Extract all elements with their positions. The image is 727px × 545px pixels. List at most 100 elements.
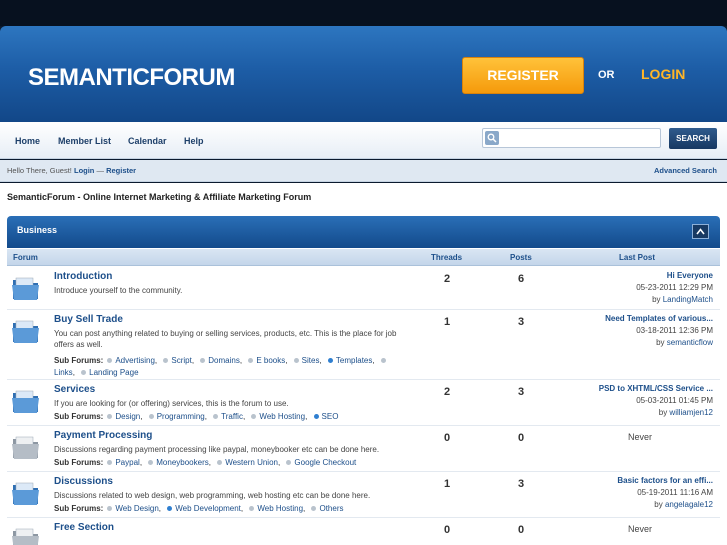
advanced-search-link[interactable]: Advanced Search bbox=[654, 166, 717, 175]
forum-description: You can post anything related to buying … bbox=[54, 329, 397, 349]
last-post-title[interactable]: Hi Everyone bbox=[667, 271, 713, 280]
subforums: Sub Forums: Design, Programming, Traffic,… bbox=[54, 412, 339, 421]
subforum-link[interactable]: Links bbox=[54, 368, 73, 377]
folder-new-icon bbox=[11, 274, 41, 302]
nav-calendar[interactable]: Calendar bbox=[128, 136, 167, 146]
welcome-separator: — bbox=[94, 166, 107, 175]
nav-help[interactable]: Help bbox=[184, 136, 204, 146]
welcome-register-link[interactable]: Register bbox=[106, 166, 136, 175]
last-post-date: 05-19-2011 11:16 AM bbox=[637, 488, 713, 497]
search-button[interactable]: SEARCH bbox=[669, 128, 717, 149]
subforums: Sub Forums: Advertising, Script, Domains,… bbox=[54, 355, 404, 379]
site-header: SEMANTICFORUM REGISTER OR LOGIN bbox=[0, 26, 727, 122]
subforum-link[interactable]: Web Development bbox=[175, 504, 241, 513]
site-logo[interactable]: SEMANTICFORUM bbox=[28, 64, 235, 92]
subforum-link[interactable]: SEO bbox=[322, 412, 339, 421]
forum-description: Discussions regarding payment processing… bbox=[54, 445, 380, 454]
search-box bbox=[482, 128, 661, 148]
subforum-link[interactable]: Traffic bbox=[221, 412, 243, 421]
subforum-link[interactable]: Paypal bbox=[115, 458, 139, 467]
category-title[interactable]: Business bbox=[17, 225, 57, 235]
subforum-link[interactable]: Web Hosting bbox=[259, 412, 305, 421]
post-count: 3 bbox=[517, 478, 525, 490]
forum-name[interactable]: Discussions bbox=[54, 476, 113, 487]
last-post-author[interactable]: semanticflow bbox=[667, 338, 713, 347]
by-prefix: by bbox=[654, 500, 665, 509]
subforum-link[interactable]: Script bbox=[171, 356, 191, 365]
last-post-author[interactable]: angelagale12 bbox=[665, 500, 713, 509]
subforum-link[interactable]: Sites bbox=[302, 356, 320, 365]
subforums-label: Sub Forums: bbox=[54, 458, 104, 467]
forum-name[interactable]: Services bbox=[54, 384, 95, 395]
last-post-by: by LandingMatch bbox=[652, 295, 713, 304]
last-post-author[interactable]: williamjen12 bbox=[669, 408, 713, 417]
forum-name[interactable]: Free Section bbox=[54, 522, 114, 533]
subforum-link[interactable]: Templates bbox=[336, 356, 372, 365]
main-content: SemanticForum - Online Internet Marketin… bbox=[0, 183, 727, 545]
thread-count: 2 bbox=[443, 386, 451, 398]
forum-name[interactable]: Introduction bbox=[54, 271, 112, 282]
search-input[interactable] bbox=[503, 131, 655, 145]
subforum-link[interactable]: Web Hosting bbox=[257, 504, 303, 513]
last-post-title[interactable]: Need Templates of various... bbox=[605, 314, 713, 323]
page-title: SemanticForum - Online Internet Marketin… bbox=[7, 192, 312, 202]
subforum-status-icon bbox=[217, 460, 223, 465]
last-post-date: 05-03-2011 01:45 PM bbox=[636, 396, 713, 405]
post-count: 3 bbox=[517, 386, 525, 398]
last-post-never: Never bbox=[627, 524, 652, 534]
col-forum: Forum bbox=[13, 253, 38, 262]
or-text: OR bbox=[598, 69, 615, 81]
col-posts: Posts bbox=[510, 253, 532, 262]
forum-row: Free Section 0 0 Never bbox=[7, 518, 720, 545]
subforum-status-icon bbox=[81, 370, 87, 375]
subforum-status-icon bbox=[293, 358, 299, 363]
subforum-status-icon bbox=[251, 414, 257, 419]
by-prefix: by bbox=[652, 295, 663, 304]
last-post-never: Never bbox=[627, 432, 652, 442]
subforum-link[interactable]: Advertising bbox=[115, 356, 155, 365]
search-icon bbox=[485, 131, 499, 145]
subforum-link[interactable]: Web Design bbox=[115, 504, 158, 513]
subforum-link[interactable]: Others bbox=[319, 504, 343, 513]
subforum-link[interactable]: Programming bbox=[157, 412, 205, 421]
subforum-status-icon bbox=[213, 414, 219, 419]
subforum-link[interactable]: Moneybookers bbox=[156, 458, 208, 467]
category-header: Business bbox=[7, 216, 720, 248]
subforum-status-icon bbox=[380, 358, 386, 363]
last-post-author[interactable]: LandingMatch bbox=[663, 295, 713, 304]
last-post-title[interactable]: PSD to XHTML/CSS Service ... bbox=[599, 384, 713, 393]
folder-new-icon bbox=[11, 317, 41, 345]
forum-row: Introduction Introduce yourself to the co… bbox=[7, 267, 720, 310]
nav-home[interactable]: Home bbox=[15, 136, 40, 146]
col-threads: Threads bbox=[431, 253, 463, 262]
welcome-prefix: Hello There, Guest! bbox=[7, 166, 74, 175]
thread-count: 1 bbox=[443, 478, 451, 490]
subforums-label: Sub Forums: bbox=[54, 412, 104, 421]
forum-name[interactable]: Buy Sell Trade bbox=[54, 314, 123, 325]
subforum-status-icon bbox=[311, 506, 317, 511]
register-button[interactable]: REGISTER bbox=[462, 57, 584, 94]
welcome-login-link[interactable]: Login bbox=[74, 166, 94, 175]
forum-description: Discussions related to web design, web p… bbox=[54, 491, 371, 500]
subforum-link[interactable]: Western Union bbox=[225, 458, 278, 467]
last-post-date: 03-18-2011 12:36 PM bbox=[636, 326, 713, 335]
subforum-link[interactable]: Google Checkout bbox=[294, 458, 356, 467]
thread-count: 0 bbox=[443, 432, 451, 444]
by-prefix: by bbox=[658, 408, 670, 417]
subforum-link[interactable]: Domains bbox=[208, 356, 240, 365]
forum-description: If you are looking for (or offering) ser… bbox=[54, 399, 289, 408]
subforum-link[interactable]: Design bbox=[115, 412, 140, 421]
top-strip bbox=[0, 0, 727, 26]
subforum-status-icon bbox=[286, 460, 292, 465]
welcome-bar: Hello There, Guest! Login — Register Adv… bbox=[0, 160, 727, 182]
forum-name[interactable]: Payment Processing bbox=[54, 430, 152, 441]
collapse-button[interactable] bbox=[692, 224, 709, 239]
login-link[interactable]: LOGIN bbox=[641, 66, 685, 82]
subforum-link[interactable]: E books bbox=[256, 356, 285, 365]
subforum-status-icon bbox=[163, 358, 169, 363]
last-post-by: by semanticflow bbox=[656, 338, 713, 347]
last-post-title[interactable]: Basic factors for an effi... bbox=[617, 476, 713, 485]
nav-member-list[interactable]: Member List bbox=[58, 136, 111, 146]
post-count: 0 bbox=[517, 524, 525, 536]
subforum-link[interactable]: Landing Page bbox=[89, 368, 138, 377]
